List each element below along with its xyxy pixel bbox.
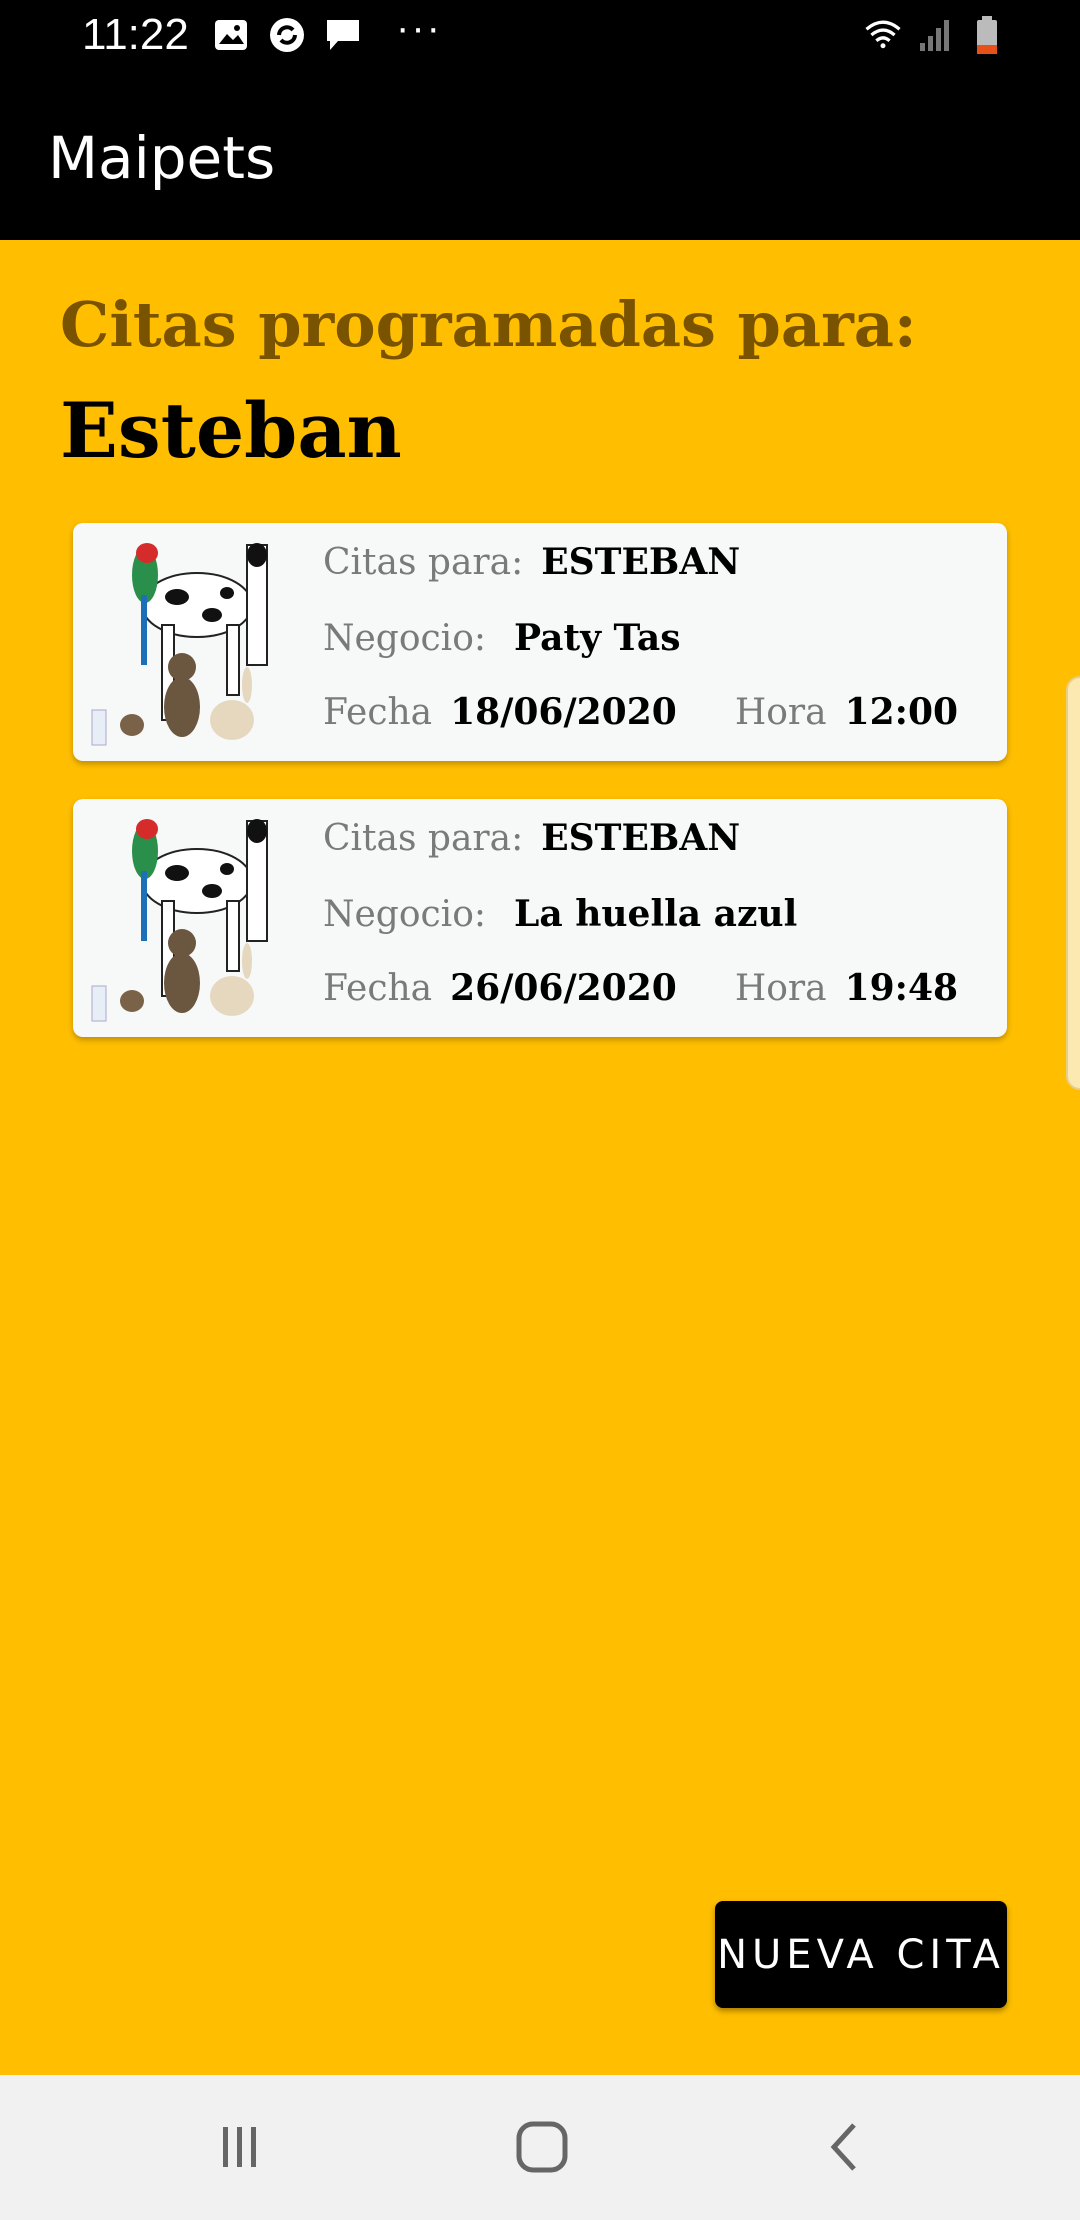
nueva-cita-button[interactable]: NUEVA CITA: [715, 1901, 1007, 2008]
appointment-card[interactable]: Citas para: ESTEBAN Negocio: La huella a…: [73, 799, 1007, 1037]
app-bar: Maipets: [0, 72, 1080, 240]
hora-label: Hora: [734, 968, 827, 1009]
citas-row: Citas para: ESTEBAN: [323, 817, 740, 859]
citas-value: ESTEBAN: [541, 817, 741, 859]
negocio-row: Negocio: La huella azul: [323, 893, 797, 935]
fecha-hora-row: Fecha 26/06/2020 Hora 19:48: [323, 967, 958, 1009]
page-title: Esteban: [60, 386, 402, 475]
negocio-label: Negocio:: [323, 894, 487, 935]
sync-icon: [268, 16, 306, 54]
status-system-icons: [864, 16, 1006, 54]
negocio-row: Negocio: Paty Tas: [323, 617, 680, 659]
hora-value: 19:48: [844, 967, 959, 1009]
navigation-bar: [0, 2075, 1080, 2220]
app-title: Maipets: [48, 124, 276, 192]
status-notifications: [212, 16, 362, 54]
citas-label: Citas para:: [323, 542, 524, 583]
recents-icon[interactable]: [210, 2117, 270, 2177]
pets-image: [87, 811, 269, 1023]
status-bar: 11:22 ···: [0, 0, 1080, 72]
home-icon[interactable]: [512, 2117, 572, 2177]
hora-value: 12:00: [844, 691, 959, 733]
battery-icon: [968, 16, 1006, 54]
citas-row: Citas para: ESTEBAN: [323, 541, 740, 583]
signal-icon: [916, 16, 954, 54]
edge-panel-handle[interactable]: [1066, 676, 1080, 1090]
pets-image: [87, 535, 269, 747]
fecha-value: 18/06/2020: [450, 691, 677, 733]
negocio-label: Negocio:: [323, 618, 487, 659]
fecha-label: Fecha: [323, 692, 433, 733]
back-icon[interactable]: [815, 2117, 875, 2177]
wifi-icon: [864, 16, 902, 54]
more-notifications-icon: ···: [396, 6, 442, 50]
fecha-label: Fecha: [323, 968, 433, 1009]
page-subtitle: Citas programadas para:: [60, 288, 917, 361]
fecha-hora-row: Fecha 18/06/2020 Hora 12:00: [323, 691, 958, 733]
citas-value: ESTEBAN: [541, 541, 741, 583]
image-icon: [212, 16, 250, 54]
negocio-value: La huella azul: [514, 893, 798, 935]
hora-label: Hora: [734, 692, 827, 733]
citas-label: Citas para:: [323, 818, 524, 859]
negocio-value: Paty Tas: [514, 617, 681, 659]
fecha-value: 26/06/2020: [450, 967, 677, 1009]
message-icon: [324, 16, 362, 54]
status-time: 11:22: [82, 10, 189, 59]
appointment-card[interactable]: Citas para: ESTEBAN Negocio: Paty Tas Fe…: [73, 523, 1007, 761]
